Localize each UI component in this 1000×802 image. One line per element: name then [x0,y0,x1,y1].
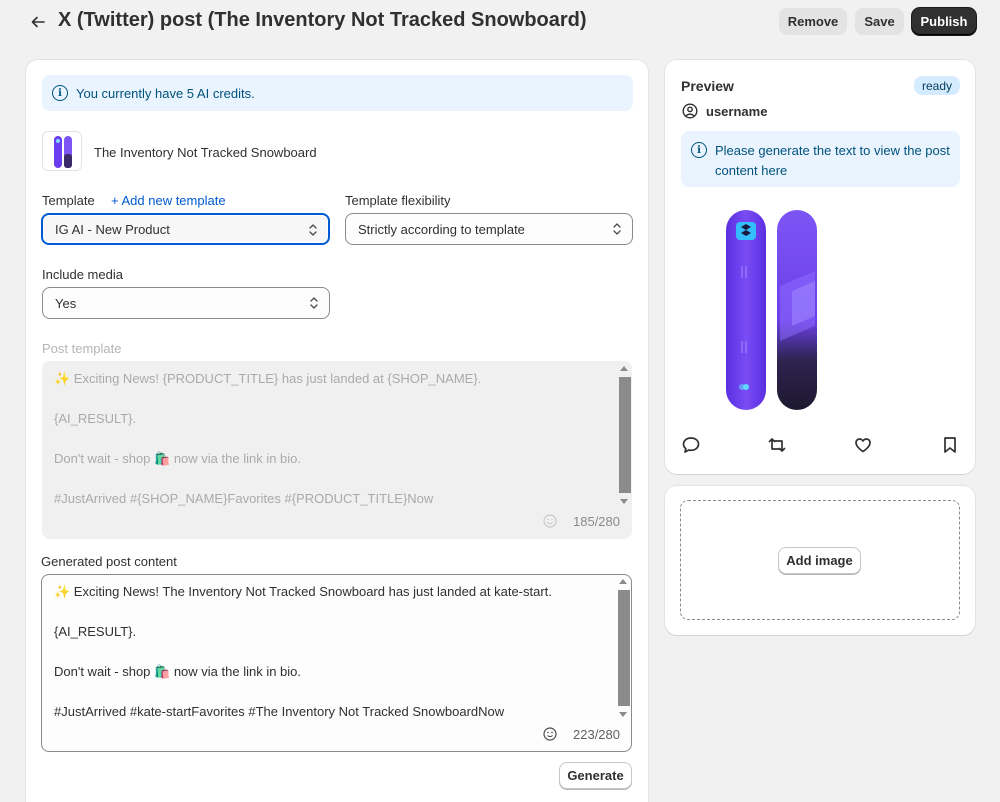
template-flexibility-select[interactable]: Strictly according to template [345,213,633,245]
page-header: X (Twitter) post (The Inventory Not Trac… [0,0,1000,44]
preview-user-row: username [682,103,767,119]
save-button[interactable]: Save [855,8,904,35]
product-thumbnail [42,131,82,171]
retweet-icon[interactable] [767,435,787,455]
page-title: X (Twitter) post (The Inventory Not Trac… [58,9,587,31]
post-template-label: Post template [42,341,122,356]
scroll-thumb[interactable] [618,590,630,706]
template-select-value: IG AI - New Product [55,221,170,237]
bookmark-icon[interactable] [940,435,960,455]
post-template-textarea: ✨ Exciting News! {PRODUCT_TITLE} has jus… [42,361,632,539]
add-image-button[interactable]: Add image [778,547,861,574]
ai-credits-text: You currently have 5 AI credits. [76,85,255,101]
snowboard-preview-image [726,210,817,410]
post-template-line: ✨ Exciting News! {PRODUCT_TITLE} has jus… [54,371,482,386]
generated-content-scrollbar[interactable] [617,576,630,722]
emoji-icon [543,514,557,528]
generated-content-counter: 223/280 [573,727,620,742]
publish-button[interactable]: Publish [912,8,976,35]
generated-post-content-textarea[interactable]: ✨ Exciting News! The Inventory Not Track… [41,574,632,752]
user-avatar-icon [682,103,698,119]
select-chevron-icon [310,297,318,309]
post-template-line: Don't wait - shop 🛍️ now via the link in… [54,451,302,466]
remove-button[interactable]: Remove [779,8,847,35]
post-template-line: #JustArrived #{SHOP_NAME}Favorites #{PRO… [54,491,434,506]
info-icon: i [52,85,68,101]
generated-content-line: {AI_RESULT}. [54,624,137,639]
preview-username: username [706,103,768,119]
post-template-counter: 185/280 [573,514,620,529]
back-arrow-icon[interactable] [30,10,50,32]
generated-post-content-label: Generated post content [41,554,177,569]
post-template-line: {AI_RESULT}. [54,411,137,426]
preview-info-banner: i Please generate the text to view the p… [681,131,960,187]
template-flexibility-value: Strictly according to template [358,221,525,237]
generate-button[interactable]: Generate [559,762,632,789]
emoji-icon[interactable] [543,727,557,741]
preview-info-text: Please generate the text to view the pos… [715,143,950,178]
like-icon[interactable] [853,435,873,455]
include-media-select[interactable]: Yes [42,287,330,319]
ai-credits-banner: i You currently have 5 AI credits. [42,75,633,111]
select-chevron-icon [613,223,621,235]
preview-title: Preview [681,78,734,94]
generated-content-line: ✨ Exciting News! The Inventory Not Track… [54,584,552,599]
add-new-template-link[interactable]: + Add new template [111,193,226,208]
generated-content-line: Don't wait - shop 🛍️ now via the link in… [54,664,302,679]
select-chevron-icon [309,224,317,236]
template-select[interactable]: IG AI - New Product [41,213,330,245]
post-template-scrollbar[interactable] [618,363,631,509]
template-label: Template [42,193,95,208]
template-flexibility-label: Template flexibility [345,193,451,208]
generated-content-line: #JustArrived #kate-startFavorites #The I… [54,704,505,719]
reply-icon[interactable] [681,435,701,455]
info-icon: i [691,142,707,158]
product-name: The Inventory Not Tracked Snowboard [94,145,317,160]
include-media-label: Include media [42,267,123,282]
include-media-value: Yes [55,295,77,311]
status-badge: ready [914,76,960,95]
scroll-thumb[interactable] [619,377,631,493]
